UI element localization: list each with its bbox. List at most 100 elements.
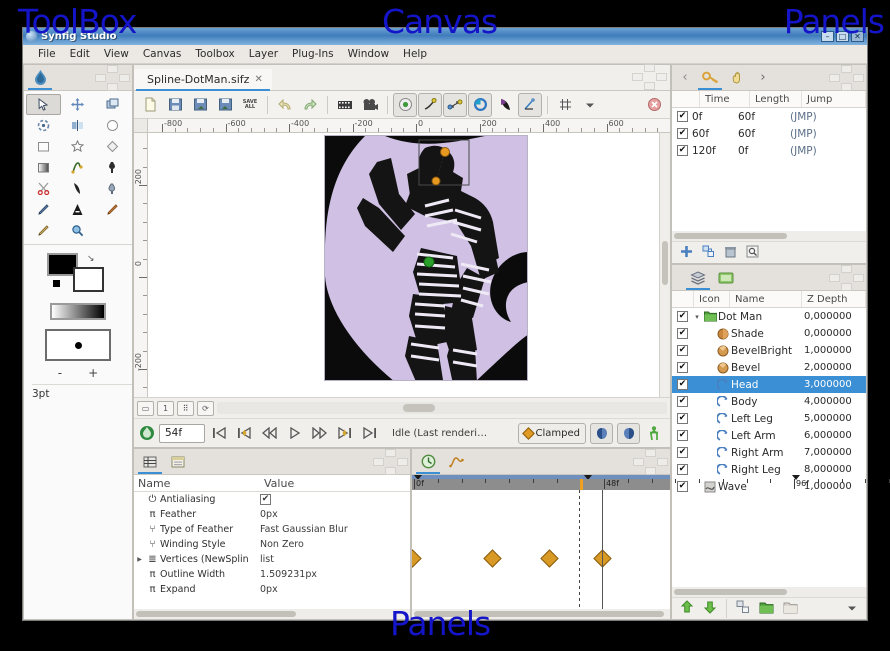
star-tool[interactable]: [61, 136, 96, 157]
menu-view[interactable]: View: [97, 46, 136, 62]
close-button[interactable]: ✕: [851, 31, 864, 42]
timetrack-tab[interactable]: [414, 451, 442, 474]
keyframe-properties-button[interactable]: [746, 243, 759, 262]
text-tool[interactable]: [61, 199, 96, 220]
layer-enabled-checkbox[interactable]: ✔: [677, 345, 688, 356]
toggle-onion-skin-button[interactable]: [443, 92, 467, 117]
layer-row[interactable]: ✔ Left Leg 5,000000: [672, 410, 866, 427]
smooth-move-tool[interactable]: [61, 94, 96, 115]
scrollbar-thumb[interactable]: [662, 241, 668, 285]
param-value[interactable]: list: [260, 554, 410, 565]
layers-panel-grip[interactable]: [829, 264, 864, 291]
keyframe-row[interactable]: ✔ 120f 0f (JMP): [672, 142, 866, 159]
toggle-low-res-button[interactable]: [418, 92, 442, 117]
timetrack-horizontal-scrollbar[interactable]: [412, 609, 670, 619]
cutout-tool[interactable]: [26, 178, 61, 199]
layer-row[interactable]: ✔ Bevel 2,000000: [672, 359, 866, 376]
menu-file[interactable]: File: [31, 46, 63, 62]
gradient-swatch[interactable]: [50, 303, 106, 320]
navigator-tab[interactable]: [724, 67, 752, 89]
param-value[interactable]: Fast Gaussian Blur: [260, 524, 410, 535]
layer-enabled-checkbox[interactable]: ✔: [677, 396, 688, 407]
param-row[interactable]: ⑂ Winding Style Non Zero: [134, 537, 410, 552]
toggle-grid-button[interactable]: [553, 93, 577, 117]
options-dropdown-button[interactable]: [578, 93, 602, 117]
save-all-button[interactable]: [213, 93, 237, 117]
layer-row[interactable]: ✔ Head 3,000000: [672, 376, 866, 393]
transform-tool[interactable]: [26, 94, 61, 115]
end-time-icon[interactable]: [139, 425, 155, 441]
render-button[interactable]: [333, 93, 357, 117]
eyedrop-tool[interactable]: [95, 178, 130, 199]
prev-panel-button[interactable]: ‹: [674, 67, 696, 89]
toolbox-panel-grip[interactable]: [95, 64, 130, 91]
timetrack-waypoint[interactable]: [540, 549, 559, 568]
layers-tab[interactable]: [684, 267, 712, 290]
param-value[interactable]: 0px: [260, 584, 410, 595]
timetrack-waypoint[interactable]: [483, 549, 502, 568]
horizontal-ruler[interactable]: -800 -600 -400 -200 0 200 400 600: [148, 119, 670, 133]
scrollbar-thumb[interactable]: [136, 611, 297, 617]
fill-tool[interactable]: [95, 157, 130, 178]
brush-tool[interactable]: [26, 220, 61, 241]
timetrack-panel-grip[interactable]: [633, 448, 668, 475]
group-layer-button[interactable]: [759, 599, 774, 618]
layer-enabled-checkbox[interactable]: ✔: [677, 430, 688, 441]
seek-end-button[interactable]: [359, 423, 380, 443]
params-horizontal-scrollbar[interactable]: [134, 609, 410, 619]
reset-colors-icon[interactable]: [53, 280, 60, 287]
timetrack-ruler[interactable]: 0f 48f 96f: [412, 479, 890, 490]
scrollbar-thumb[interactable]: [674, 589, 787, 595]
scrollbar-thumb[interactable]: [414, 611, 665, 617]
layer-enabled-checkbox[interactable]: ✔: [677, 413, 688, 424]
scrollbar-thumb[interactable]: [674, 233, 787, 239]
param-value[interactable]: Non Zero: [260, 539, 410, 550]
children-tab[interactable]: [164, 451, 192, 473]
refresh-button[interactable]: [468, 92, 492, 117]
maximize-button[interactable]: □: [836, 31, 849, 42]
keyframe-jump-link[interactable]: (JMP): [790, 111, 866, 123]
draw-tool[interactable]: [26, 199, 61, 220]
artboard[interactable]: [324, 135, 528, 381]
canvas-horizontal-scrollbar[interactable]: [217, 402, 667, 414]
seek-next-keyframe-button[interactable]: [334, 423, 355, 443]
keyframe-enabled-checkbox[interactable]: ✔: [677, 145, 688, 156]
toggle-background-rendering-button[interactable]: [393, 92, 417, 117]
canvas-vertical-scrollbar[interactable]: [659, 133, 670, 397]
layer-enabled-checkbox[interactable]: ✔: [677, 464, 688, 475]
keyframes-panel-grip[interactable]: [829, 64, 864, 91]
scale-tool[interactable]: [95, 94, 130, 115]
add-keyframe-button[interactable]: [680, 243, 693, 262]
params-panel-grip[interactable]: [373, 448, 408, 475]
layer-enabled-checkbox[interactable]: ✔: [677, 311, 688, 322]
layer-enabled-checkbox[interactable]: ✔: [677, 379, 688, 390]
layers-horizontal-scrollbar[interactable]: [672, 587, 866, 597]
background-color-swatch[interactable]: [73, 267, 104, 292]
timetrack-time-cursor[interactable]: [580, 479, 583, 490]
param-row[interactable]: π Feather 0px: [134, 507, 410, 522]
zoom-tool[interactable]: [61, 220, 96, 241]
menu-edit[interactable]: Edit: [63, 46, 97, 62]
keyframe-row[interactable]: ✔ 0f 60f (JMP): [672, 108, 866, 125]
future-onion-skin-button[interactable]: [617, 422, 640, 444]
polygon-tool[interactable]: [26, 157, 61, 178]
keyframe-enabled-checkbox[interactable]: ✔: [677, 128, 688, 139]
param-value[interactable]: 1.509231px: [260, 569, 410, 580]
save-button[interactable]: [163, 93, 187, 117]
brush-size-decrease-button[interactable]: -: [58, 366, 62, 380]
keyframe-enabled-checkbox[interactable]: ✔: [677, 111, 688, 122]
layer-row[interactable]: ✔ Shade 0,000000: [672, 325, 866, 342]
keyframes-tab[interactable]: [696, 67, 724, 90]
close-canvas-button[interactable]: [642, 93, 666, 117]
vertical-ruler[interactable]: 200 0 -200: [134, 133, 148, 397]
keyframe-jump-link[interactable]: (JMP): [790, 145, 866, 157]
ruler-corner[interactable]: [134, 119, 148, 133]
past-onion-skin-button[interactable]: [590, 422, 613, 444]
curves-tab[interactable]: [442, 451, 470, 473]
layer-menu-button[interactable]: [846, 599, 858, 618]
circle-tool[interactable]: [95, 115, 130, 136]
menu-toolbox[interactable]: Toolbox: [188, 46, 241, 62]
menu-layer[interactable]: Layer: [242, 46, 285, 62]
param-row[interactable]: π Outline Width 1.509231px: [134, 567, 410, 582]
scrollbar-thumb[interactable]: [403, 404, 435, 412]
